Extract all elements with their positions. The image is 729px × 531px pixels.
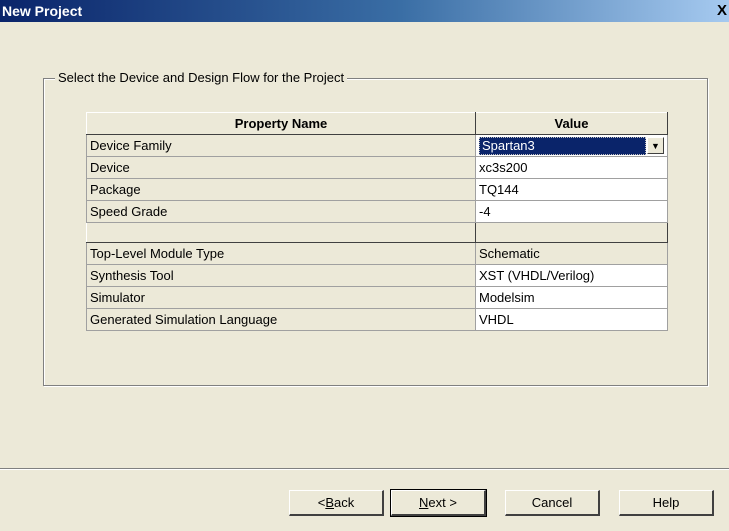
property-name-simulator: Simulator	[86, 286, 476, 309]
table-row[interactable]: Synthesis Tool XST (VHDL/Verilog)	[86, 264, 668, 287]
property-name-speed-grade: Speed Grade	[86, 200, 476, 223]
back-button-prefix: <	[317, 495, 326, 510]
package-value[interactable]: TQ144	[475, 178, 668, 201]
table-row[interactable]: Simulator Modelsim	[86, 286, 668, 309]
property-name-simulation-language: Generated Simulation Language	[86, 308, 476, 331]
next-button-rest: ext >	[428, 495, 457, 510]
chevron-down-icon[interactable]: ▼	[647, 137, 664, 154]
device-value[interactable]: xc3s200	[475, 156, 668, 179]
table-row: Top-Level Module Type Schematic	[86, 242, 668, 265]
property-name-header: Property Name	[86, 112, 476, 135]
speed-grade-value[interactable]: -4	[475, 200, 668, 223]
device-family-dropdown[interactable]: Spartan3 ▼	[475, 134, 668, 157]
top-level-module-type-value: Schematic	[475, 242, 668, 265]
device-family-selected-value[interactable]: Spartan3	[479, 136, 646, 155]
property-name-device: Device	[86, 156, 476, 179]
next-button[interactable]: Next >	[390, 489, 487, 517]
value-header: Value	[475, 112, 668, 135]
property-name-package: Package	[86, 178, 476, 201]
table-row[interactable]: Device xc3s200	[86, 156, 668, 179]
simulator-value[interactable]: Modelsim	[475, 286, 668, 309]
table-row[interactable]: Speed Grade -4	[86, 200, 668, 223]
button-divider	[0, 468, 729, 470]
separator-cell	[86, 222, 476, 243]
table-separator-row	[86, 222, 668, 243]
close-button[interactable]: X	[715, 2, 729, 19]
properties-table: Property Name Value Device Family Sparta…	[86, 112, 668, 331]
simulation-language-value[interactable]: VHDL	[475, 308, 668, 331]
window-title: New Project	[2, 3, 83, 19]
separator-cell	[475, 222, 668, 243]
property-name-top-level-module-type: Top-Level Module Type	[86, 242, 476, 265]
property-name-device-family: Device Family	[86, 134, 476, 157]
property-name-synthesis-tool: Synthesis Tool	[86, 264, 476, 287]
help-button[interactable]: Help	[619, 490, 714, 516]
group-legend: Select the Device and Design Flow for th…	[55, 70, 348, 85]
back-button-rest: ack	[334, 495, 355, 510]
back-button-mnemonic: B	[325, 495, 335, 510]
table-row[interactable]: Package TQ144	[86, 178, 668, 201]
next-button-mnemonic: N	[419, 495, 429, 510]
table-header-row: Property Name Value	[86, 112, 668, 135]
synthesis-tool-value[interactable]: XST (VHDL/Verilog)	[475, 264, 668, 287]
back-button[interactable]: < Back	[289, 490, 384, 516]
cancel-button[interactable]: Cancel	[505, 490, 600, 516]
title-bar: New Project	[0, 0, 729, 22]
table-row[interactable]: Generated Simulation Language VHDL	[86, 308, 668, 331]
table-row[interactable]: Device Family Spartan3 ▼	[86, 134, 668, 157]
